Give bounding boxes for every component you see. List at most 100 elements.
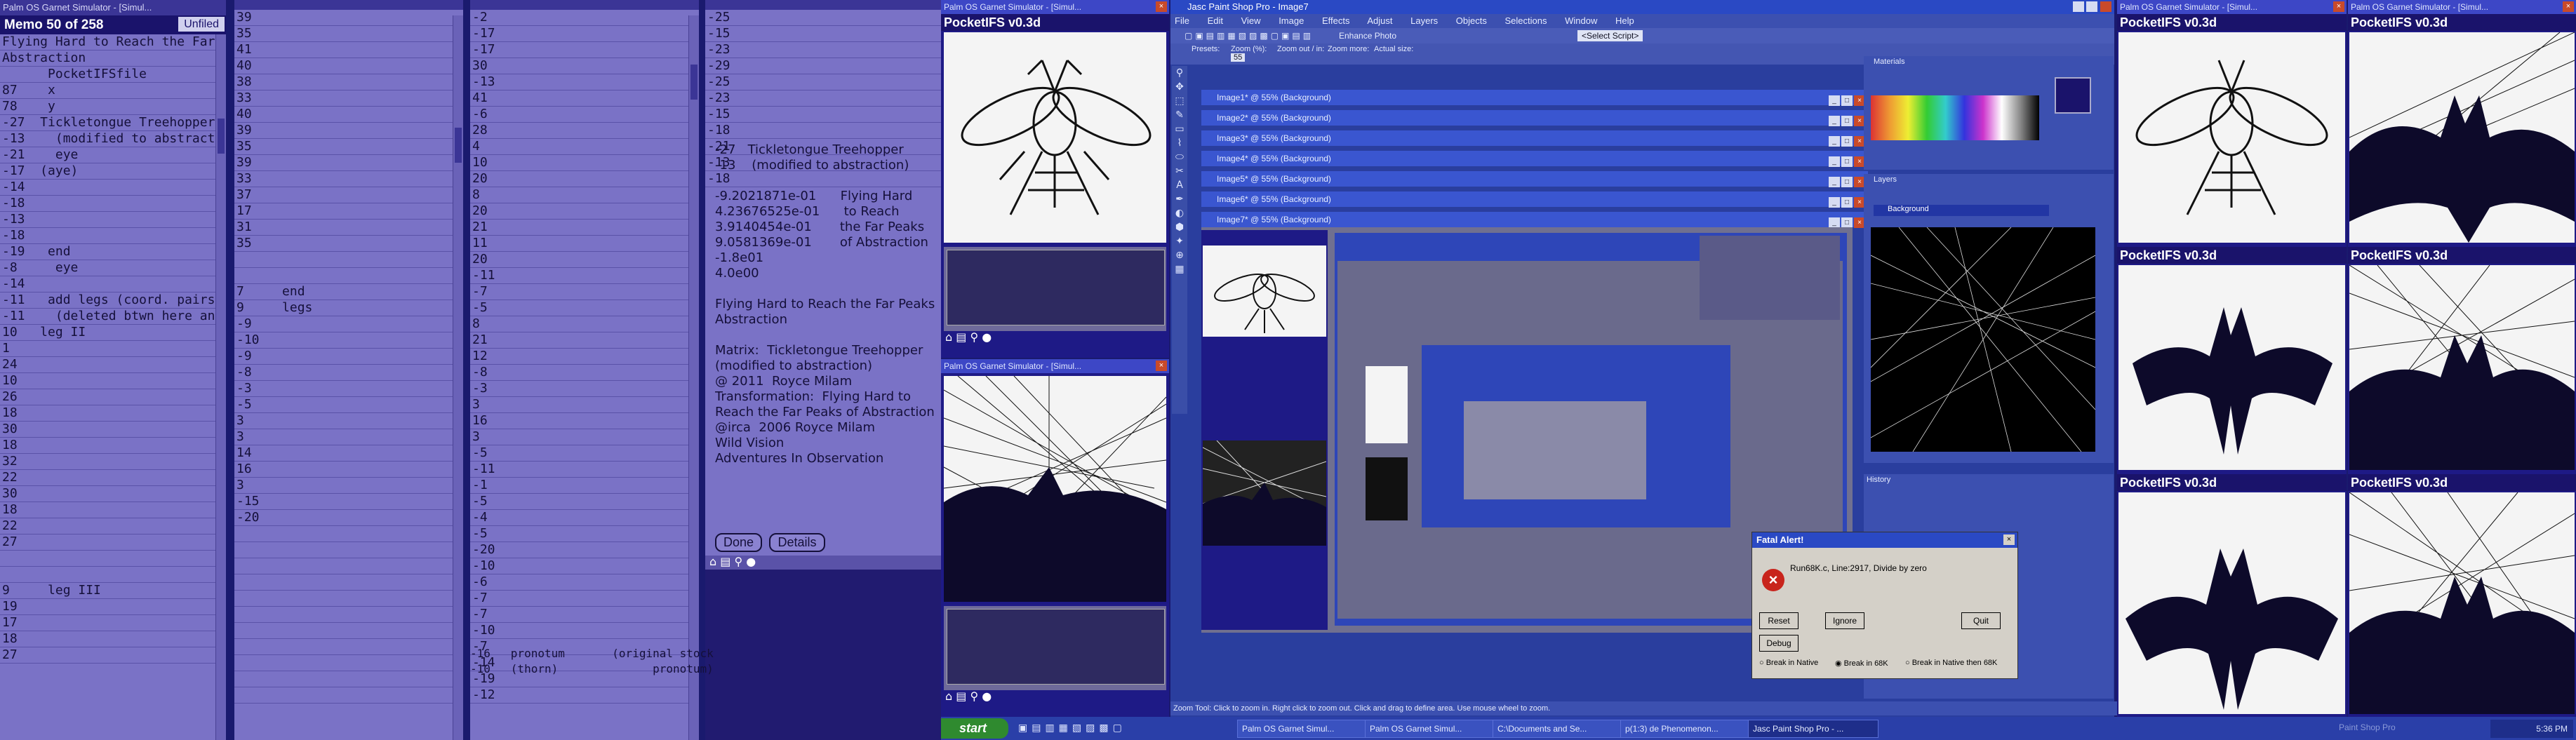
taskbar-item-psp[interactable]: Jasc Paint Shop Pro - ... [1748, 720, 1878, 738]
memo-column-3: -2 -17 -17 30 -13 41 -6 28 4 10 20 8 20 21 11 20 -11 -7 -5… [470, 0, 699, 740]
psp-status-bar: Zoom Tool: Click to zoom in. Right click… [1170, 701, 2117, 715]
image-window-2[interactable]: Image2* @ 55% (Background) _ □ × [1201, 110, 1868, 126]
tools-palette[interactable]: ⚲ ✥ ⬚ ✎ ▭ ⌇ ⬭ ✂ A ✒ ◐ ⬢ ✦ ⊕ ▦ [1172, 66, 1187, 414]
ifs-canvas[interactable] [943, 375, 1167, 603]
quit-button[interactable]: Quit [1961, 612, 2001, 629]
menu-edit[interactable]: Edit [1208, 15, 1223, 26]
image-window-3[interactable]: Image3* @ 55% (Background) _ □ × [1201, 130, 1868, 147]
menu-view[interactable]: View [1241, 15, 1261, 26]
ifs-canvas[interactable] [2118, 492, 2345, 714]
close-icon[interactable]: × [2563, 1, 2574, 12]
menu-objects[interactable]: Objects [1456, 15, 1487, 26]
ifs-canvas[interactable] [2118, 265, 2345, 470]
memo-line: 41 [234, 42, 463, 58]
menu-layers[interactable]: Layers [1410, 15, 1438, 26]
image-window-4[interactable]: Image4* @ 55% (Background) _ □ × [1201, 151, 1868, 167]
menu-selections[interactable]: Selections [1505, 15, 1547, 26]
memo-line: 8 [470, 316, 699, 332]
memo-scrollbar[interactable] [688, 15, 699, 740]
memo-line: -5 [470, 494, 699, 510]
image-window-7[interactable]: Image7* @ 55% (Background) _ □ × [1201, 212, 1868, 228]
debug-button[interactable]: Debug [1759, 635, 1798, 652]
done-button[interactable]: Done [715, 533, 763, 552]
foreground-color-swatch[interactable] [2055, 77, 2091, 114]
color-swatches[interactable] [1871, 95, 2039, 140]
ifs-control-panel[interactable] [944, 606, 1166, 690]
system-clock: 5:36 PM [2490, 720, 2573, 738]
category-dropdown[interactable]: Unfiled [178, 17, 225, 32]
enhance-photo-button[interactable]: Enhance Photo [1339, 28, 1396, 43]
memo-line: 87 x [0, 83, 226, 99]
menu-effects[interactable]: Effects [1322, 15, 1350, 26]
zoom-input[interactable]: 55 [1231, 53, 1246, 62]
reset-button[interactable]: Reset [1759, 612, 1798, 629]
ifs-window-3: Palm OS Garnet Simulator - [Simul... × P… [2117, 0, 2347, 717]
menu-adjust[interactable]: Adjust [1367, 15, 1392, 26]
ifs-canvas[interactable] [2349, 492, 2575, 715]
fatal-alert-dialog: Fatal Alert! × × Run68K.c, Line:2917, Di… [1751, 532, 2018, 679]
detail-line [715, 173, 938, 189]
toolbar-icons[interactable]: ▢▣▤▥▦▧▨▩▢▣▤▥ [1184, 28, 1314, 43]
quicklaunch-icons[interactable]: ▣▤▥▦▧▨▩▢ [1018, 722, 1126, 734]
memo-line: -5 [234, 397, 463, 413]
memo-line: 27 [0, 647, 226, 664]
taskbar-item-palm-2[interactable]: Palm OS Garnet Simul... [1365, 720, 1495, 738]
fractal-batwing-drawing [2349, 32, 2575, 243]
ifs-canvas[interactable] [2349, 32, 2575, 243]
ifs-window-title: Palm OS Garnet Simulator - [Simul... × [2117, 0, 2347, 14]
memo-line [234, 591, 463, 607]
memo-line: -23 [705, 90, 941, 107]
break-native-then-68k-radio[interactable]: ○ Break in Native then 68K [1905, 659, 1997, 667]
taskbar-item-phenomenon[interactable]: p(1:3) de Phenomenon... [1620, 720, 1751, 738]
image-window-6[interactable]: Image6* @ 55% (Background) _ □ × [1201, 191, 1868, 208]
menu-image[interactable]: Image [1279, 15, 1304, 26]
memo-line: 38 [234, 74, 463, 90]
memo-line: 35 [234, 139, 463, 155]
close-icon[interactable] [2100, 1, 2111, 12]
memo-line: -8 eye [0, 260, 226, 276]
memo-line: -18 [705, 123, 941, 139]
menu-window[interactable]: Window [1565, 15, 1597, 26]
close-icon[interactable]: × [1156, 361, 1167, 371]
memo-line: 3 [234, 413, 463, 429]
details-button[interactable]: Details [769, 533, 825, 552]
psp-titlebar: Jasc Paint Shop Pro - Image7 [1170, 0, 2114, 14]
memo-line: -21 eye [0, 147, 226, 163]
memo-scrollbar[interactable] [215, 34, 226, 740]
memo-line [234, 639, 463, 655]
memo-line: 9 legs [234, 300, 463, 316]
ifs-control-panel[interactable] [944, 247, 1166, 331]
background-layer-row[interactable]: Background [1874, 205, 2049, 216]
menu-file[interactable]: File [1175, 15, 1189, 26]
detail-line: Flying Hard to Reach the Far Peaks of [715, 297, 938, 311]
detail-line: 4.23676525e-01 to Reach [715, 204, 900, 219]
layers-palette[interactable]: Layers Background [1864, 174, 2114, 463]
select-script-dropdown[interactable]: <Select Script> [1577, 30, 1643, 41]
memo-line: 14 [234, 445, 463, 462]
image-window-1[interactable]: Image1* @ 55% (Background) _ □ × [1201, 90, 1868, 106]
close-icon[interactable]: × [2333, 1, 2344, 12]
ifs-app-header: PocketIFS v0.3d [2348, 474, 2576, 491]
taskbar-item-explorer[interactable]: C:\Documents and Se... [1493, 720, 1623, 738]
break-native-radio[interactable]: ○ Break in Native [1759, 659, 1818, 667]
memo-scrollbar[interactable] [453, 15, 463, 740]
ifs-canvas[interactable] [944, 32, 1166, 243]
image-window-5[interactable]: Image5* @ 55% (Background) _ □ × [1201, 171, 1868, 187]
close-icon[interactable]: × [1156, 1, 1167, 12]
fractal-bat-drawing [2125, 549, 2338, 710]
menu-help[interactable]: Help [1615, 15, 1634, 26]
memo-lines: Flying Hard to Reach the Far Peaks ofAbs… [0, 34, 226, 664]
taskbar-item-palm-1[interactable]: Palm OS Garnet Simul... [1237, 720, 1368, 738]
memo-line: 16 [470, 413, 699, 429]
close-icon[interactable]: × [2003, 534, 2015, 545]
start-button[interactable]: start [941, 718, 1008, 739]
memo-line: -10 [470, 558, 699, 574]
memo-line: 12 [470, 349, 699, 365]
break-68k-radio[interactable]: ◉ Break in 68K [1835, 659, 1888, 668]
memo-line: -4 [470, 510, 699, 526]
materials-palette[interactable]: Materials [1864, 56, 2114, 170]
memo-buttons: Done Details [715, 533, 829, 552]
ignore-button[interactable]: Ignore [1825, 612, 1864, 629]
ifs-canvas[interactable] [2349, 264, 2575, 471]
ifs-canvas[interactable] [2118, 32, 2345, 243]
